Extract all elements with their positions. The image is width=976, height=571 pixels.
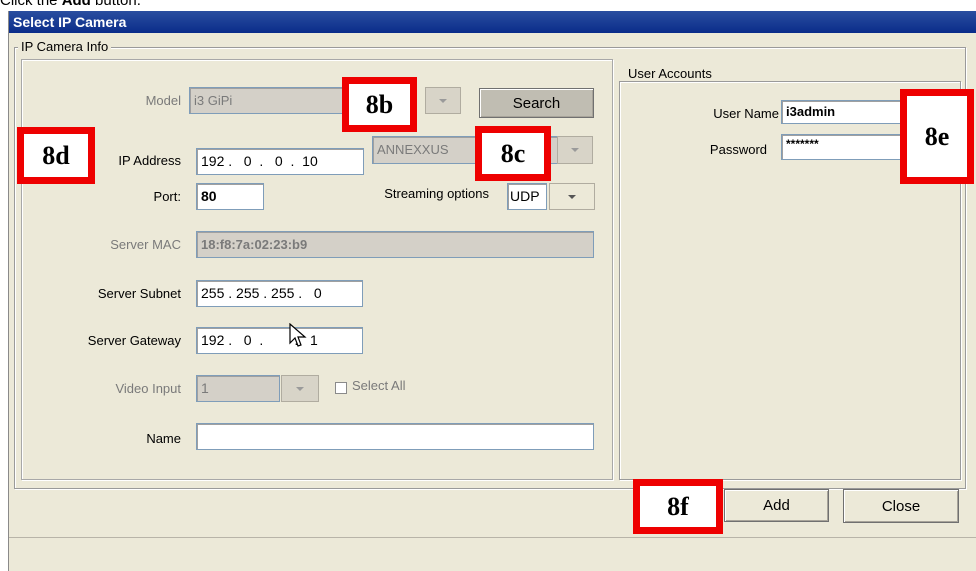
search-button[interactable]: Search xyxy=(479,88,594,118)
ip-address-label: IP Address xyxy=(118,153,181,168)
mouse-cursor-icon xyxy=(289,323,307,347)
dropdown-arrow-icon xyxy=(568,194,576,199)
model-field[interactable]: i3 GiPi xyxy=(189,87,349,114)
streaming-options-field[interactable]: UDP xyxy=(507,183,547,210)
video-input-field[interactable]: 1 xyxy=(196,375,280,402)
user-name-label: User Name xyxy=(713,106,779,121)
user-accounts-title: User Accounts xyxy=(625,67,715,81)
model-dropdown-button[interactable] xyxy=(425,87,461,114)
model-label: Model xyxy=(145,93,181,108)
server-subnet-label: Server Subnet xyxy=(97,286,181,301)
streaming-dropdown-button[interactable] xyxy=(549,183,595,210)
select-all-label: Select All xyxy=(352,378,406,393)
caption-emphasis: Add xyxy=(61,0,91,9)
caption-prefix: Click the xyxy=(0,0,62,9)
adapter-dropdown-button[interactable] xyxy=(557,136,593,164)
callout-8d: 8d xyxy=(17,127,95,184)
dropdown-arrow-icon xyxy=(439,98,447,103)
camera-settings-panel xyxy=(21,59,613,480)
user-name-field[interactable]: i3admin xyxy=(781,100,903,124)
dropdown-arrow-icon xyxy=(571,148,579,152)
callout-8f: 8f xyxy=(633,479,723,534)
server-mac-label: Server MAC xyxy=(110,237,181,252)
callout-8b: 8b xyxy=(342,77,417,132)
select-all-checkbox[interactable] xyxy=(335,382,347,394)
ip-camera-info-title: IP Camera Info xyxy=(18,40,112,54)
add-button[interactable]: Add xyxy=(724,489,829,522)
name-label: Name xyxy=(146,431,181,446)
streaming-options-label: Streaming options xyxy=(384,186,489,201)
server-mac-field[interactable]: 18:f8:7a:02:23:b9 xyxy=(196,231,594,258)
password-field[interactable]: ******* xyxy=(781,134,903,160)
port-field[interactable]: 80 xyxy=(196,183,264,210)
select-ip-camera-dialog: Select IP Camera IP Camera Info Model i3… xyxy=(8,11,976,571)
caption-suffix: button. xyxy=(90,0,141,9)
status-bar-separator xyxy=(9,537,976,538)
callout-8c: 8c xyxy=(475,126,551,181)
name-field[interactable] xyxy=(196,423,594,450)
video-input-label: Video Input xyxy=(115,381,181,396)
callout-8e: 8e xyxy=(900,89,974,184)
instruction-caption: Click the Add button. xyxy=(0,0,141,10)
server-gateway-label: Server Gateway xyxy=(87,333,181,348)
password-label: Password xyxy=(709,142,767,157)
server-subnet-field[interactable]: 255 . 255 . 255 . 0 xyxy=(196,280,363,307)
dropdown-arrow-icon xyxy=(296,386,304,391)
close-button[interactable]: Close xyxy=(843,489,959,523)
server-gateway-field[interactable]: 192 . 0 . . 1 xyxy=(196,327,363,354)
video-input-dropdown-button[interactable] xyxy=(281,375,319,402)
port-label: Port: xyxy=(153,189,181,204)
dialog-title: Select IP Camera xyxy=(9,11,976,33)
ip-address-field[interactable]: 192 . 0 . 0 . 10 xyxy=(196,148,364,175)
